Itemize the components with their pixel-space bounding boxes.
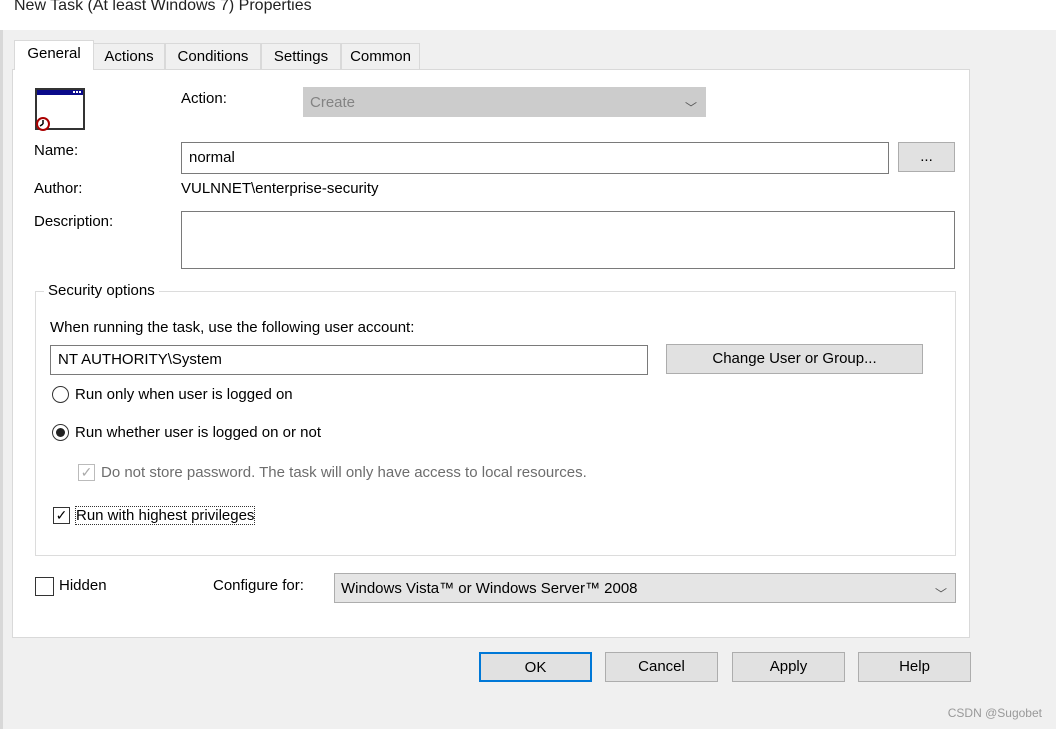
watermark: CSDN @Sugobet [947,706,1042,720]
tab-conditions[interactable]: Conditions [165,43,261,70]
author-label: Author: [34,180,83,197]
name-input[interactable]: normal [181,142,889,174]
hidden-label[interactable]: Hidden [59,577,107,594]
window-edge [0,30,3,729]
action-value: Create [310,94,356,111]
description-label: Description: [34,213,114,230]
tab-settings[interactable]: Settings [261,43,341,70]
radio-logged-on[interactable] [52,386,69,403]
name-label: Name: [34,142,79,159]
account-prompt: When running the task, use the following… [50,319,415,336]
action-label: Action: [181,90,227,107]
window-title: New Task (At least Windows 7) Properties [14,0,312,14]
help-button[interactable]: Help [858,652,971,682]
radio-whether-label[interactable]: Run whether user is logged on or not [75,424,321,441]
configure-for-value: Windows Vista™ or Windows Server™ 2008 [341,580,638,597]
radio-whether-logged-on[interactable] [52,424,69,441]
task-window-clock-icon [35,88,85,132]
ok-button[interactable]: OK [479,652,592,682]
radio-logged-on-label[interactable]: Run only when user is logged on [75,386,293,403]
security-options-legend: Security options [44,282,159,299]
configure-for-combo[interactable]: Windows Vista™ or Windows Server™ 2008 ﹀ [334,573,956,603]
highest-privileges-checkbox[interactable]: ✓ [53,507,70,524]
tab-general[interactable]: General [14,40,94,70]
author-value: VULNNET\enterprise-security [181,180,379,197]
user-account-input: NT AUTHORITY\System [50,345,648,375]
highest-privileges-label[interactable]: Run with highest privileges [74,506,256,525]
tab-common[interactable]: Common [341,43,420,70]
description-input[interactable] [181,211,955,269]
apply-button[interactable]: Apply [732,652,845,682]
no-store-password-checkbox: ✓ [78,464,95,481]
chevron-down-icon: ﹀ [684,101,697,115]
configure-for-label: Configure for: [213,577,304,594]
chevron-down-icon: ﹀ [934,587,947,601]
no-store-password-label: Do not store password. The task will onl… [101,464,587,481]
tab-actions[interactable]: Actions [93,43,165,70]
hidden-checkbox[interactable] [35,577,54,596]
change-user-button[interactable]: Change User or Group... [666,344,923,374]
cancel-button[interactable]: Cancel [605,652,718,682]
action-combo: Create ﹀ [303,87,706,117]
browse-button[interactable]: ... [898,142,955,172]
